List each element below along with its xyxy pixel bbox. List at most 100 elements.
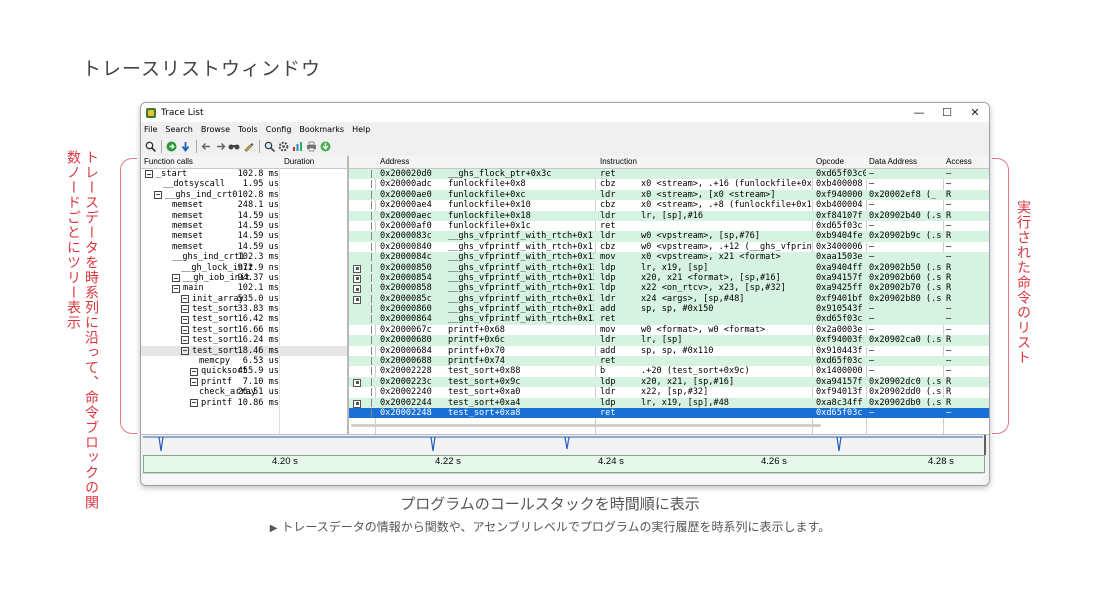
chart-icon[interactable] <box>291 140 303 152</box>
pencil-icon[interactable] <box>242 140 254 152</box>
menu-tools[interactable]: Tools <box>238 125 258 134</box>
trace-row[interactable]: 0x20000684 printf+0x70 add sp, sp, #0x110 0x… <box>349 346 989 356</box>
call-tree-row[interactable]: check_array 26.51 us <box>141 387 347 397</box>
col-function-calls[interactable]: Function calls <box>144 157 193 166</box>
go-icon[interactable] <box>165 140 177 152</box>
call-tree-row[interactable]: memset 248.1 us <box>141 200 347 210</box>
trace-row[interactable]: 0x20000860 __ghs_vfprintf_with_rtch+0x13 a… <box>349 304 989 315</box>
minimize-icon[interactable]: — <box>905 106 933 119</box>
call-tree-row[interactable]: memset 14.59 us <box>141 221 347 231</box>
trace-row[interactable]: 0x20002244 test_sort+0xa4 ldp lr, x19, [sp]… <box>349 397 989 408</box>
col-duration[interactable]: Duration <box>284 157 314 166</box>
menu-config[interactable]: Config <box>266 125 292 134</box>
trace-row[interactable]: 0x20000854 __ghs_vfprintf_with_rtch+0x12 l… <box>349 272 989 284</box>
call-tree-row[interactable]: init_array 535.0 us <box>141 294 347 304</box>
gear-icon[interactable] <box>277 140 289 152</box>
collapse-icon[interactable] <box>181 346 189 355</box>
call-tree-row[interactable]: memcpy 6.53 us <box>141 356 347 366</box>
trace-row[interactable]: 0x2000067c printf+0x68 mov w0 <format>, w0 … <box>349 325 989 335</box>
close-icon[interactable]: ✕ <box>961 106 989 119</box>
trace-row[interactable]: 0x20002228 test_sort+0x88 b .+20 (test_sort… <box>349 366 989 376</box>
call-tree-row[interactable]: main 102.1 ms <box>141 283 347 293</box>
trace-row[interactable]: 0x2000223c test_sort+0x9c ldp x20, x21, [sp… <box>349 376 989 388</box>
collapse-icon[interactable] <box>172 274 180 283</box>
call-tree-row[interactable]: __dotsyscall 1.95 us <box>141 179 347 189</box>
trace-row[interactable]: 0x20000680 printf+0x6c ldr lr, [sp] 0xf94003… <box>349 335 989 346</box>
call-tree-row[interactable]: test_sort 16.24 ms <box>141 335 347 345</box>
call-tree-row[interactable]: printf 10.86 ms <box>141 398 347 408</box>
collapse-icon[interactable] <box>154 190 162 199</box>
instruction-mnemonic: ldp <box>600 262 616 273</box>
call-tree-row[interactable]: _start 102.8 ms <box>141 169 347 179</box>
menu-browse[interactable]: Browse <box>201 125 230 134</box>
collapse-icon[interactable] <box>190 367 198 376</box>
trace-row[interactable]: 0x20000858 __ghs_vfprintf_with_rtch+0x12 l… <box>349 283 989 294</box>
timeline-scroll-strip[interactable] <box>143 473 983 484</box>
collapse-icon[interactable] <box>145 170 153 179</box>
collapse-icon[interactable] <box>181 326 189 335</box>
call-tree-row[interactable]: memset 14.59 us <box>141 231 347 241</box>
menu-bookmarks[interactable]: Bookmarks <box>299 125 344 134</box>
collapse-icon[interactable] <box>181 305 189 314</box>
trace-row[interactable]: 0x20002240 test_sort+0xa0 ldr x22, [sp,#32]… <box>349 387 989 397</box>
collapse-icon[interactable] <box>172 284 180 293</box>
trace-row[interactable]: 0x20000850 __ghs_vfprintf_with_rtch+0x12 l… <box>349 262 989 273</box>
instruction-symbol: __ghs_vfprintf_with_rtch+0x11 <box>448 241 594 252</box>
call-tree-row[interactable]: test_sort 16.66 ms <box>141 325 347 335</box>
instruction-symbol: printf+0x70 <box>448 345 505 356</box>
collapse-icon[interactable] <box>190 398 198 407</box>
left-arrow-icon[interactable] <box>200 140 212 152</box>
down-arrow-icon[interactable] <box>179 140 191 152</box>
collapse-icon[interactable] <box>190 378 198 387</box>
trace-row[interactable]: 0x2000084c __ghs_vfprintf_with_rtch+0x12 m… <box>349 252 989 263</box>
zoom-icon[interactable] <box>263 140 275 152</box>
trace-row[interactable]: 0x20000ae4 funlockfile+0x10 cbz x0 <stream>… <box>349 200 989 210</box>
call-tree-row[interactable]: __gh_lock_init 972.9 ns <box>141 263 347 273</box>
trace-row[interactable]: 0x20000adc funlockfile+0x8 cbz x0 <stream>,… <box>349 179 989 189</box>
trace-row[interactable]: 0x20000688 printf+0x74 ret 0xd65f03c – – <box>349 356 989 367</box>
download-icon[interactable] <box>319 140 331 152</box>
menu-search[interactable]: Search <box>165 125 192 134</box>
horizontal-scrollbar[interactable] <box>351 424 821 427</box>
trace-row[interactable]: 0x2000085c __ghs_vfprintf_with_rtch+0x13 l… <box>349 293 989 305</box>
trace-row[interactable]: 0x200020d0 __ghs_flock_ptr+0x3c ret 0xd65f0… <box>349 169 989 180</box>
call-tree-row[interactable]: __gh_iob_init 94.37 us <box>141 273 347 283</box>
call-tree-row[interactable]: __ghs_ind_crt0 102.8 ms <box>141 190 347 200</box>
search-icon[interactable] <box>144 140 156 152</box>
col-access[interactable]: Access <box>946 157 972 166</box>
collapse-icon[interactable] <box>181 336 189 345</box>
activity-graph[interactable] <box>141 435 989 455</box>
trace-row[interactable]: 0x20000864 __ghs_vfprintf_with_rtch+0x13 r… <box>349 314 989 325</box>
call-tree-row[interactable]: quicksort 455.9 us <box>141 366 347 376</box>
col-opcode[interactable]: Opcode <box>816 157 844 166</box>
call-depth-bar <box>371 170 372 178</box>
call-tree-row[interactable]: test_sort 18.46 ms <box>141 345 347 357</box>
call-tree-row[interactable]: memset 14.59 us <box>141 242 347 252</box>
menu-file[interactable]: File <box>144 125 157 134</box>
function-name: main <box>183 283 204 294</box>
col-data-address[interactable]: Data Address <box>869 157 917 166</box>
print-icon[interactable] <box>305 140 317 152</box>
maximize-icon[interactable]: ☐ <box>933 106 961 119</box>
trace-row[interactable]: 0x20000aec funlockfile+0x18 ldr lr, [sp],#1… <box>349 210 989 221</box>
trace-row[interactable]: 0x20000af0 funlockfile+0x1c ret 0xd65f03c – – <box>349 221 989 231</box>
trace-row[interactable]: 0x20002248 test_sort+0xa8 ret 0xd65f03c – – <box>349 407 989 419</box>
trace-row[interactable]: 0x20000ae0 funlockfile+0xc ldr x0 <stream>,… <box>349 189 989 201</box>
time-ruler[interactable]: 4.20 s 4.22 s 4.24 s 4.26 s 4.28 s <box>143 455 985 473</box>
trace-row[interactable]: 0x20000840 __ghs_vfprintf_with_rtch+0x11 c… <box>349 242 989 252</box>
col-instruction[interactable]: Instruction <box>600 157 637 166</box>
menu-help[interactable]: Help <box>352 125 370 134</box>
call-tree-row[interactable]: printf 7.10 ms <box>141 377 347 387</box>
col-address[interactable]: Address <box>380 157 409 166</box>
call-tree-row[interactable]: test_sort 33.83 ms <box>141 304 347 314</box>
function-duration: 248.1 us <box>237 200 279 211</box>
call-tree-row[interactable]: __ghs_ind_crt1 102.3 ms <box>141 252 347 262</box>
collapse-icon[interactable] <box>181 315 189 324</box>
call-depth-bar <box>371 180 372 189</box>
trace-row[interactable]: 0x2000083c __ghs_vfprintf_with_rtch+0x11 l… <box>349 231 989 242</box>
call-tree-row[interactable]: memset 14.59 us <box>141 211 347 221</box>
right-arrow-icon[interactable] <box>214 140 226 152</box>
collapse-icon[interactable] <box>181 294 189 303</box>
binoculars-icon[interactable] <box>228 140 240 152</box>
call-tree-row[interactable]: test_sort 16.42 ms <box>141 314 347 324</box>
